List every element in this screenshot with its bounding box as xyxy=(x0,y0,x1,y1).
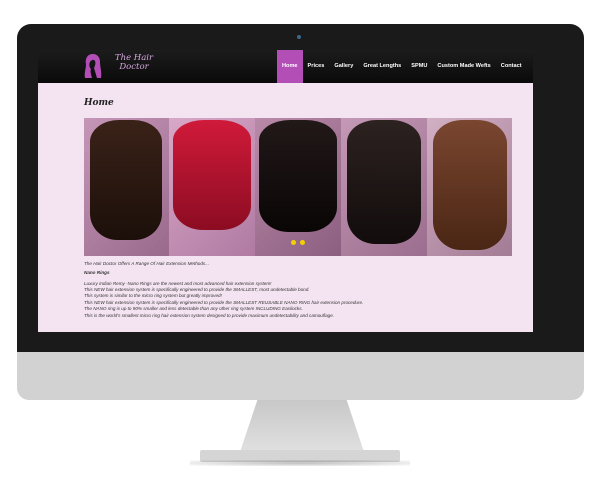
nav-item-custom-made-wefts[interactable]: Custom Made Wefts xyxy=(432,50,495,83)
nav-item-gallery[interactable]: Gallery xyxy=(329,50,358,83)
slide-panel xyxy=(169,118,255,256)
site-logo[interactable]: The Hair Doctor xyxy=(82,52,162,81)
monitor-stand xyxy=(240,400,364,452)
slide-dot[interactable] xyxy=(300,240,305,245)
nav-item-spmu[interactable]: SPMU xyxy=(406,50,432,83)
paragraph-line: This system is similar to the micro ring… xyxy=(84,293,222,298)
hair-image xyxy=(173,120,251,230)
nav-item-contact[interactable]: Contact xyxy=(496,50,527,83)
nav-item-prices[interactable]: Prices xyxy=(303,50,330,83)
hero-slideshow[interactable] xyxy=(84,118,512,256)
paragraph-line: This is the world's smallest micro ring … xyxy=(84,313,335,318)
slideshow-pagination xyxy=(291,240,305,245)
slide-panel xyxy=(84,118,169,256)
page-title: Home xyxy=(84,98,114,108)
browser-viewport: The Hair Doctor Home Prices Gallery Grea… xyxy=(38,50,533,332)
webcam-icon xyxy=(297,35,301,39)
slide-dot[interactable] xyxy=(291,240,296,245)
monitor-shadow xyxy=(190,460,410,466)
slide-panel xyxy=(341,118,427,256)
logo-text-line2: Doctor xyxy=(119,62,149,72)
monitor-chin xyxy=(17,352,584,400)
hair-image xyxy=(347,120,421,244)
slide-panel xyxy=(427,118,512,256)
intro-text: The Hair Doctor Offers A Range Of Hair E… xyxy=(84,261,210,266)
paragraph-line: The NANO ring is up to 90% smaller and l… xyxy=(84,306,303,311)
hair-image xyxy=(90,120,162,240)
nav-item-home[interactable]: Home xyxy=(277,50,303,83)
section-heading: Nano Rings xyxy=(84,270,110,275)
nav-item-great-lengths[interactable]: Great Lengths xyxy=(358,50,406,83)
site-header: The Hair Doctor Home Prices Gallery Grea… xyxy=(38,50,533,83)
logo-text: The Hair Doctor xyxy=(104,54,164,72)
woman-silhouette-icon xyxy=(84,54,102,78)
hair-image xyxy=(433,120,507,250)
hair-image xyxy=(259,120,337,232)
slide-panel xyxy=(255,118,341,256)
main-menu: Home Prices Gallery Great Lengths SPMU C… xyxy=(277,50,527,83)
